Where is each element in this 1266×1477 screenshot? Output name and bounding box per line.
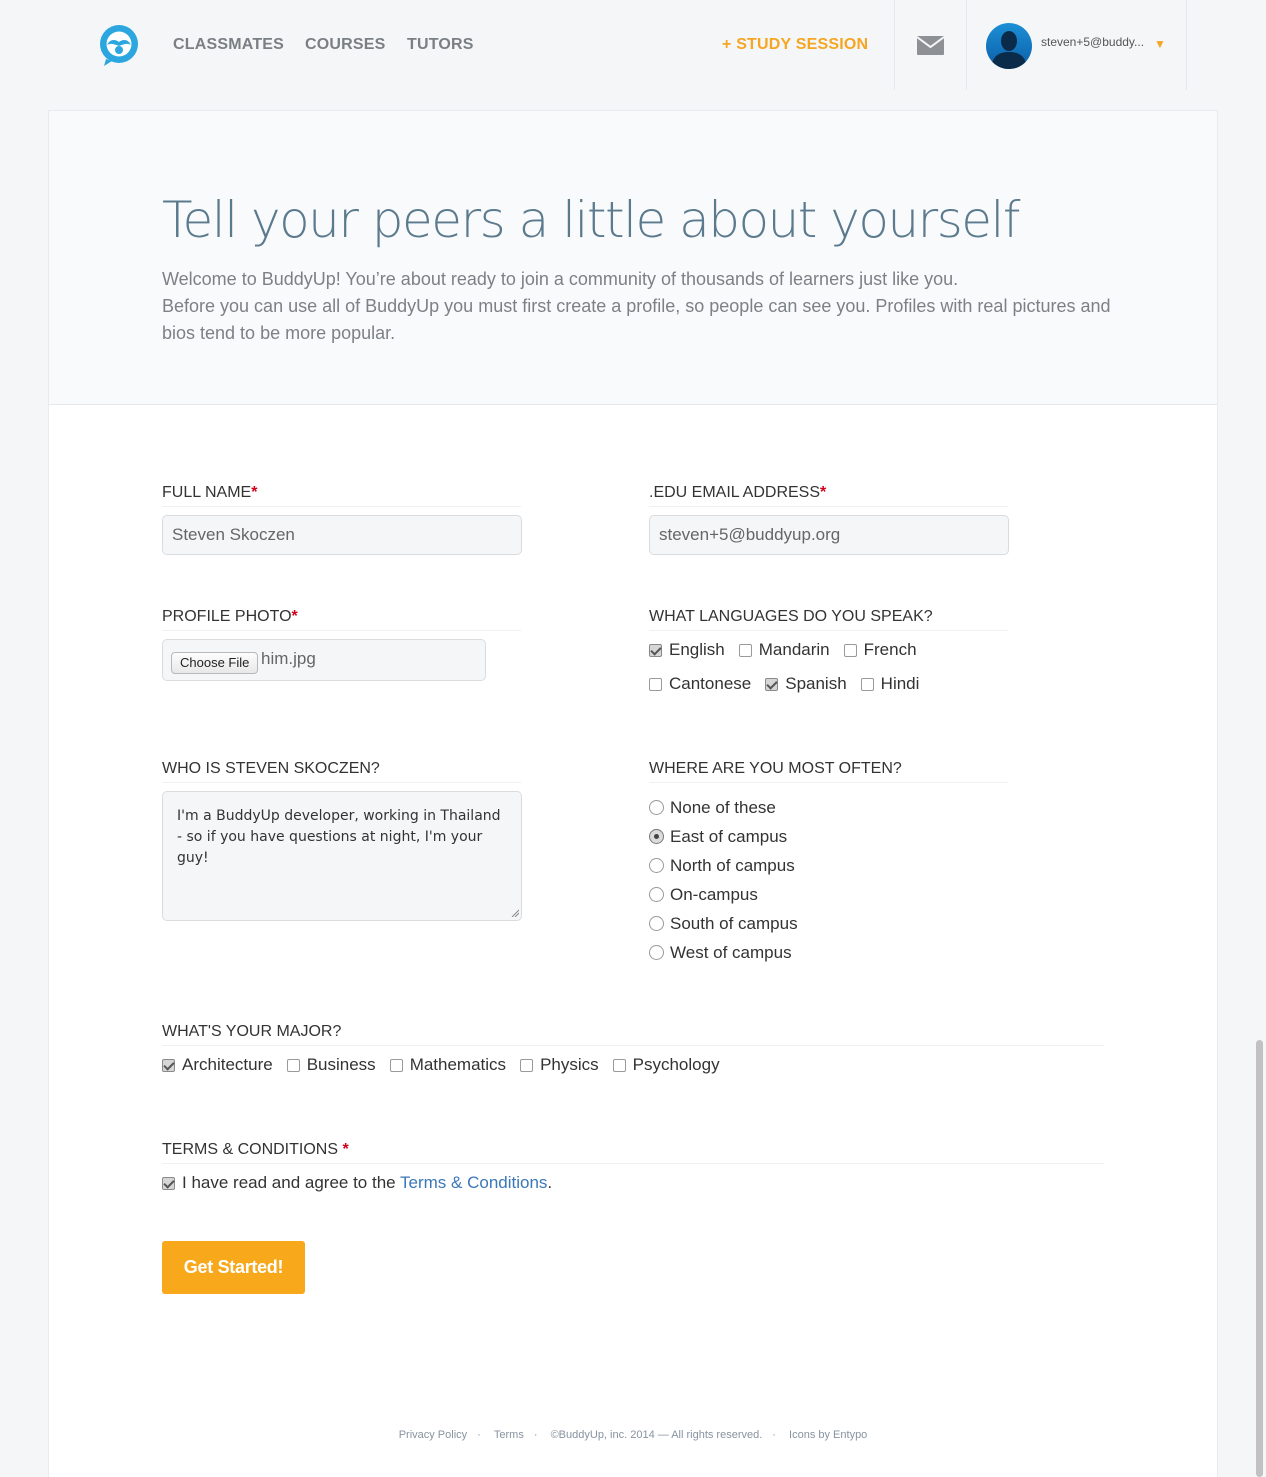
language-spanish[interactable]: Spanish <box>765 674 847 694</box>
checkbox[interactable] <box>649 643 662 657</box>
checkbox[interactable] <box>286 1058 300 1072</box>
terms-agree-checkbox[interactable]: I have read and agree to the Terms & Con… <box>162 1173 552 1193</box>
top-nav: CLASSMATES COURSES TUTORS + STUDY SESSIO… <box>0 0 1266 90</box>
intro-line-2: Before you can use all of BuddyUp you mu… <box>162 296 1111 343</box>
get-started-button[interactable]: Get Started! <box>162 1241 305 1294</box>
checkbox[interactable] <box>649 677 662 691</box>
major-psychology[interactable]: Psychology <box>612 1055 720 1075</box>
radio[interactable] <box>649 829 664 844</box>
location-none[interactable]: None of these <box>649 793 798 822</box>
checkbox[interactable] <box>162 1058 175 1072</box>
footer: Privacy Policy · Terms · ©BuddyUp, inc. 20… <box>49 1429 1217 1441</box>
nav-divider <box>1186 0 1187 90</box>
major-options: Architecture Business Mathematics Physic… <box>162 1055 734 1075</box>
checkbox[interactable] <box>765 677 779 691</box>
file-name: him.jpg <box>261 649 316 668</box>
location-south[interactable]: South of campus <box>649 909 798 938</box>
bio-label: WHO IS STEVEN SKOCZEN? <box>162 760 521 783</box>
email-input[interactable]: steven+5@buddyup.org <box>649 515 1009 555</box>
language-french[interactable]: French <box>843 640 917 660</box>
location-north[interactable]: North of campus <box>649 851 798 880</box>
checkbox[interactable] <box>738 643 752 657</box>
radio[interactable] <box>649 858 664 873</box>
terms-agree-text: I have read and agree to the <box>182 1173 401 1192</box>
full-name-input[interactable]: Steven Skoczen <box>162 515 522 555</box>
location-west[interactable]: West of campus <box>649 938 798 967</box>
location-on-campus[interactable]: On-campus <box>649 880 798 909</box>
user-silhouette-icon <box>986 23 1032 69</box>
intro-line-1: Welcome to BuddyUp! You’re about ready t… <box>162 269 959 289</box>
checkbox[interactable] <box>843 643 857 657</box>
choose-file-button[interactable]: Choose File <box>171 652 259 674</box>
footer-terms-link[interactable]: Terms <box>494 1429 524 1441</box>
email-label: .EDU EMAIL ADDRESS* <box>649 484 1008 507</box>
nav-divider <box>966 0 967 90</box>
resize-handle-icon[interactable] <box>511 909 519 917</box>
checkbox[interactable] <box>520 1058 534 1072</box>
major-label: WHAT'S YOUR MAJOR? <box>162 1023 1104 1046</box>
major-business[interactable]: Business <box>286 1055 376 1075</box>
footer-separator: · <box>533 1429 538 1441</box>
footer-privacy-link[interactable]: Privacy Policy <box>399 1429 467 1441</box>
radio[interactable] <box>649 916 664 931</box>
terms-agree-suffix: . <box>547 1173 553 1192</box>
languages-row-2: Cantonese Spanish Hindi <box>649 674 933 694</box>
avatar[interactable] <box>986 23 1032 69</box>
radio[interactable] <box>649 945 664 960</box>
profile-photo-label: PROFILE PHOTO* <box>162 608 521 631</box>
intro-text: Welcome to BuddyUp! You’re about ready t… <box>162 266 1122 347</box>
footer-copyright: ©BuddyUp, inc. 2014 — All rights reserve… <box>550 1429 763 1441</box>
checkbox[interactable] <box>860 677 874 691</box>
terms-label: TERMS & CONDITIONS * <box>162 1141 1104 1164</box>
nav-tutors[interactable]: TUTORS <box>407 36 474 54</box>
location-radio-group: None of these East of campus North of ca… <box>649 793 798 967</box>
terms-agree-row: I have read and agree to the Terms & Con… <box>162 1173 566 1193</box>
language-hindi[interactable]: Hindi <box>860 674 919 694</box>
page-scrollbar[interactable] <box>1256 1040 1263 1477</box>
language-english[interactable]: English <box>649 640 725 660</box>
location-east[interactable]: East of campus <box>649 822 798 851</box>
nav-courses[interactable]: COURSES <box>305 36 386 54</box>
checkbox[interactable] <box>612 1058 626 1072</box>
languages-label: WHAT LANGUAGES DO YOU SPEAK? <box>649 608 1008 631</box>
terms-link[interactable]: Terms & Conditions <box>400 1173 547 1192</box>
buddyup-logo-icon[interactable] <box>98 23 140 67</box>
nav-divider <box>894 0 895 90</box>
profile-card: Tell your peers a little about yourself … <box>48 110 1218 1477</box>
radio[interactable] <box>649 800 664 815</box>
languages-row-1: English Mandarin French <box>649 640 931 660</box>
nav-classmates[interactable]: CLASSMATES <box>173 36 284 54</box>
footer-separator: · <box>477 1429 481 1441</box>
intro-section: Tell your peers a little about yourself … <box>49 111 1217 405</box>
language-mandarin[interactable]: Mandarin <box>738 640 830 660</box>
full-name-label: FULL NAME* <box>162 484 521 507</box>
bio-textarea[interactable]: I'm a BuddyUp developer, working in Thai… <box>162 791 522 921</box>
page-title: Tell your peers a little about yourself <box>162 191 1021 249</box>
footer-icons-credit[interactable]: Icons by Entypo <box>789 1429 867 1441</box>
language-cantonese[interactable]: Cantonese <box>649 674 751 694</box>
study-session-button[interactable]: + STUDY SESSION <box>722 36 868 54</box>
profile-photo-field: Choose File him.jpg <box>162 639 486 681</box>
checkbox[interactable] <box>162 1176 175 1190</box>
user-email[interactable]: steven+5@buddy... <box>1041 35 1144 49</box>
major-mathematics[interactable]: Mathematics <box>389 1055 506 1075</box>
chevron-down-icon[interactable]: ▼ <box>1154 37 1166 51</box>
major-physics[interactable]: Physics <box>520 1055 599 1075</box>
mail-icon[interactable] <box>917 36 944 55</box>
location-label: WHERE ARE YOU MOST OFTEN? <box>649 760 1008 783</box>
radio[interactable] <box>649 887 664 902</box>
footer-separator: · <box>772 1429 776 1441</box>
major-architecture[interactable]: Architecture <box>162 1055 273 1075</box>
checkbox[interactable] <box>389 1058 403 1072</box>
